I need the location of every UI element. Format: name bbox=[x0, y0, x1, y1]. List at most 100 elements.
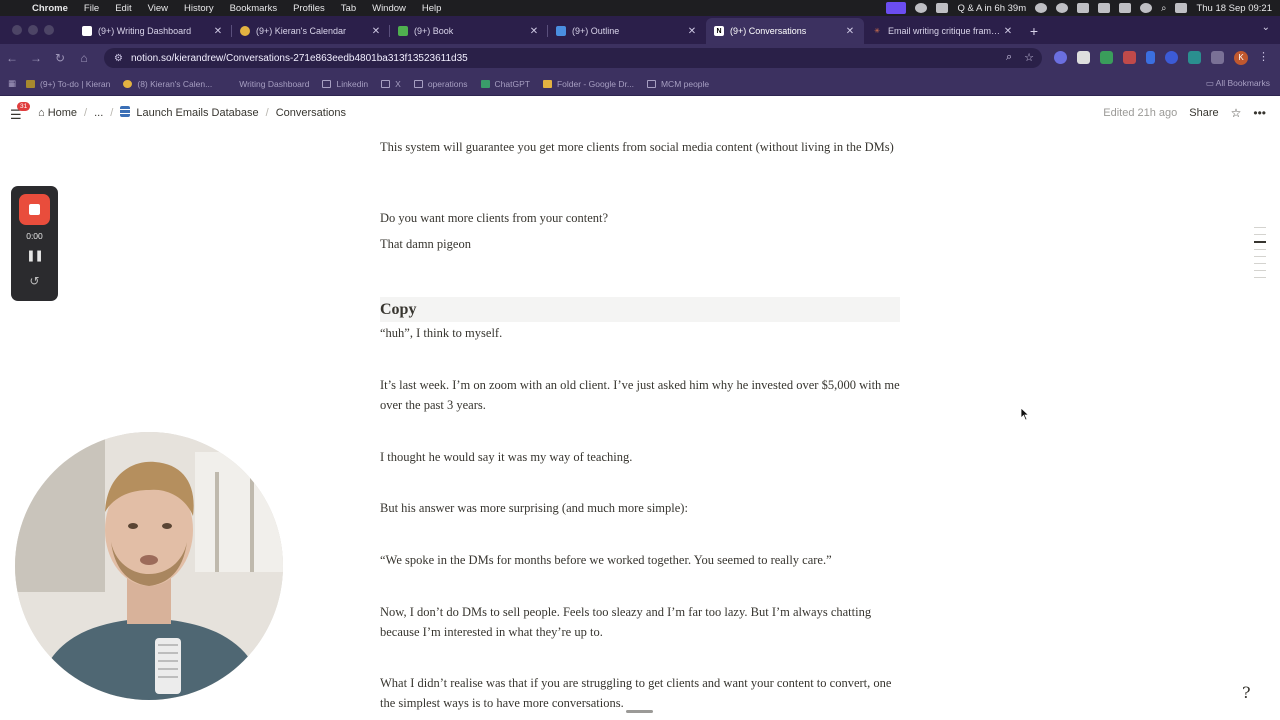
paragraph-block[interactable]: “huh”, I think to myself. bbox=[380, 323, 900, 343]
bookmark-writing-dashboard[interactable]: Writing Dashboard bbox=[225, 79, 309, 89]
butterfly-icon[interactable] bbox=[1035, 3, 1048, 13]
close-tab-icon[interactable]: ✕ bbox=[1002, 26, 1014, 37]
apps-grid-icon[interactable]: ▦ bbox=[8, 78, 16, 89]
clock-icon[interactable] bbox=[1077, 3, 1090, 13]
tab-kierans-calendar[interactable]: (9+) Kieran's Calendar ✕ bbox=[232, 18, 390, 44]
wifi-icon[interactable] bbox=[1140, 3, 1153, 13]
extension-red-icon[interactable] bbox=[1123, 51, 1136, 64]
address-bar[interactable]: ⚙ notion.so/kierandrew/Conversations-271… bbox=[104, 48, 1042, 68]
bookmark-operations[interactable]: operations bbox=[413, 79, 468, 89]
bookmark-todo[interactable]: (9+) To-do | Kieran bbox=[26, 79, 110, 89]
paragraph-block[interactable]: “We spoke in the DMs for months before w… bbox=[380, 550, 900, 570]
table-of-contents-indicator[interactable] bbox=[1254, 227, 1266, 278]
breadcrumb-launch-emails[interactable]: Launch Emails Database bbox=[120, 106, 259, 119]
section-heading[interactable]: Copy bbox=[380, 297, 900, 322]
all-bookmarks[interactable]: ▭ All Bookmarks bbox=[1206, 78, 1270, 89]
new-tab-button[interactable]: + bbox=[1022, 18, 1046, 44]
menu-window[interactable]: Window bbox=[364, 3, 414, 14]
bookmark-mcm-people[interactable]: MCM people bbox=[646, 79, 709, 89]
profile-avatar[interactable]: K bbox=[1234, 51, 1248, 65]
paragraph-block[interactable]: This system will guarantee you get more … bbox=[380, 137, 900, 157]
menubar-datetime[interactable]: Thu 18 Sep 09:21 bbox=[1196, 3, 1272, 14]
extension-teal-icon[interactable] bbox=[1188, 51, 1201, 64]
close-tab-icon[interactable]: ✕ bbox=[528, 26, 540, 37]
search-icon[interactable]: ⌕ bbox=[1161, 3, 1166, 14]
drive-icon bbox=[542, 79, 552, 88]
menu-chrome[interactable]: Chrome bbox=[24, 3, 76, 14]
paragraph-block[interactable]: It’s last week. I’m on zoom with an old … bbox=[380, 375, 900, 415]
battery-icon[interactable] bbox=[1119, 3, 1132, 13]
menu-edit[interactable]: Edit bbox=[107, 3, 139, 14]
extension-sheets-icon[interactable] bbox=[1100, 51, 1113, 64]
close-tab-icon[interactable]: ✕ bbox=[686, 26, 698, 37]
site-info-icon[interactable]: ⚙ bbox=[114, 53, 123, 64]
restart-recording-icon[interactable]: ↺ bbox=[29, 274, 39, 288]
menu-tab[interactable]: Tab bbox=[333, 3, 364, 14]
bookmarks-bar: ▦ (9+) To-do | Kieran (8) Kieran's Calen… bbox=[0, 72, 1280, 96]
extensions-area bbox=[1054, 51, 1224, 64]
tab-writing-dashboard[interactable]: (9+) Writing Dashboard ✕ bbox=[74, 18, 232, 44]
home-icon[interactable]: ⌂ bbox=[72, 51, 96, 65]
menu-help[interactable]: Help bbox=[414, 3, 450, 14]
page-actions: Edited 21h ago Share ☆ ••• bbox=[1103, 106, 1266, 120]
share-button[interactable]: Share bbox=[1189, 107, 1218, 119]
bookmark-linkedin[interactable]: Linkedin bbox=[322, 79, 368, 89]
extension-notion-icon[interactable] bbox=[1077, 51, 1090, 64]
stop-icon bbox=[29, 204, 40, 215]
paragraph-block[interactable]: I thought he would say it was my way of … bbox=[380, 447, 900, 467]
menu-view[interactable]: View bbox=[140, 3, 176, 14]
webcam-bubble[interactable] bbox=[15, 432, 283, 700]
close-tab-icon[interactable]: ✕ bbox=[844, 26, 856, 37]
bookmark-x[interactable]: X bbox=[381, 79, 401, 89]
bookmark-star-icon[interactable]: ☆ bbox=[1024, 51, 1034, 64]
reload-icon[interactable]: ↻ bbox=[48, 51, 72, 65]
volume-icon[interactable] bbox=[1098, 3, 1111, 13]
minimize-window-icon[interactable] bbox=[28, 25, 38, 35]
close-tab-icon[interactable]: ✕ bbox=[212, 26, 224, 37]
breadcrumb-home[interactable]: ⌂ Home bbox=[38, 107, 77, 119]
menu-bookmarks[interactable]: Bookmarks bbox=[222, 3, 286, 14]
bookmark-chatgpt[interactable]: ChatGPT bbox=[480, 79, 530, 89]
extensions-puzzle-icon[interactable] bbox=[1211, 51, 1224, 64]
tab-email-critique[interactable]: ✳ Email writing critique framew… ✕ bbox=[864, 18, 1022, 44]
menu-history[interactable]: History bbox=[176, 3, 222, 14]
tab-search-icon[interactable]: ⌄ bbox=[1262, 22, 1270, 33]
paragraph-block[interactable]: But his answer was more surprising (and … bbox=[380, 498, 900, 518]
stats-icon[interactable] bbox=[936, 3, 949, 13]
control-center-icon[interactable] bbox=[1175, 3, 1188, 13]
scroll-indicator[interactable] bbox=[626, 710, 653, 713]
paragraph-block[interactable]: What I didn’t realise was that if you ar… bbox=[380, 673, 900, 713]
toc-tick bbox=[1254, 256, 1266, 257]
paragraph-block[interactable]: Now, I don’t do DMs to sell people. Feel… bbox=[380, 602, 900, 642]
menu-file[interactable]: File bbox=[76, 3, 107, 14]
screen-record-icon[interactable] bbox=[886, 2, 907, 14]
help-icon[interactable]: ? bbox=[1242, 683, 1264, 705]
extension-blue-icon[interactable] bbox=[1146, 51, 1155, 64]
favorite-star-icon[interactable]: ☆ bbox=[1231, 106, 1242, 120]
paragraph-block[interactable]: That damn pigeon bbox=[380, 234, 900, 254]
close-tab-icon[interactable]: ✕ bbox=[370, 26, 382, 37]
countdown-status[interactable]: Q & A in 6h 39m bbox=[957, 3, 1026, 14]
menu-profiles[interactable]: Profiles bbox=[285, 3, 333, 14]
zoom-window-icon[interactable] bbox=[44, 25, 54, 35]
breadcrumb-ellipsis[interactable]: ... bbox=[94, 107, 103, 119]
tab-outline[interactable]: (9+) Outline ✕ bbox=[548, 18, 706, 44]
cloud-icon[interactable] bbox=[1056, 3, 1069, 13]
bookmark-calendar[interactable]: (8) Kieran's Calen... bbox=[123, 79, 212, 89]
chrome-menu-icon[interactable]: ⋮ bbox=[1258, 50, 1269, 63]
tab-conversations[interactable]: N (9+) Conversations ✕ bbox=[706, 18, 864, 44]
paragraph-block[interactable]: Do you want more clients from your conte… bbox=[380, 208, 900, 228]
more-options-icon[interactable]: ••• bbox=[1253, 106, 1266, 120]
forward-icon[interactable]: → bbox=[24, 51, 48, 65]
breadcrumb-conversations[interactable]: Conversations bbox=[276, 107, 346, 119]
pause-recording-icon[interactable]: ❚❚ bbox=[26, 249, 43, 262]
stop-recording-button[interactable] bbox=[19, 194, 50, 225]
extension-1-icon[interactable] bbox=[1054, 51, 1067, 64]
zoom-icon[interactable]: ⌕ bbox=[1006, 51, 1012, 64]
bookmark-google-drive[interactable]: Folder - Google Dr... bbox=[542, 79, 634, 89]
close-window-icon[interactable] bbox=[12, 25, 22, 35]
extension-k-icon[interactable] bbox=[1165, 51, 1178, 64]
back-icon[interactable]: ← bbox=[0, 51, 24, 65]
tab-book[interactable]: (9+) Book ✕ bbox=[390, 18, 548, 44]
status-app-icon[interactable] bbox=[915, 3, 928, 13]
